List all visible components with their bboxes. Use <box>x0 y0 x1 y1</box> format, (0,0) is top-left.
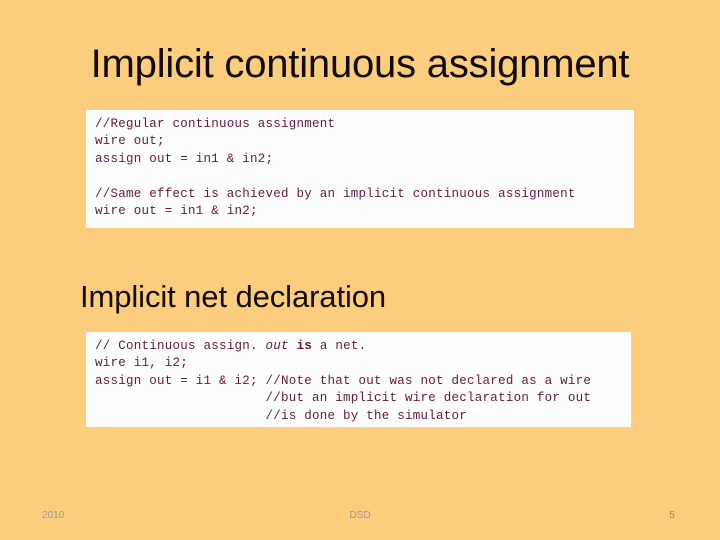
code-text: // Continuous assign. <box>95 339 266 353</box>
code-line: wire i1, i2; <box>95 356 189 371</box>
code-line: //Same effect is achieved by an implicit… <box>95 186 576 201</box>
code-line: wire out; <box>95 134 165 149</box>
code-line: //is done by the simulator <box>95 408 468 423</box>
code-line: assign out = in1 & in2; <box>95 151 274 166</box>
slide: Implicit continuous assignment //Regular… <box>0 0 720 540</box>
code-line: //Regular continuous assignment <box>95 117 336 131</box>
code-line: //but an implicit wire declaration for o… <box>95 391 592 406</box>
section-title: Implicit net declaration <box>80 279 387 314</box>
code-line-comment-net: // Continuous assign. out is a net. <box>95 338 631 355</box>
code-line: wire out = in1 & in2; <box>95 204 258 219</box>
page-title: Implicit continuous assignment <box>90 42 630 86</box>
code-token-out-italic: out <box>265 339 289 353</box>
code-text: a net. <box>312 339 367 353</box>
footer: 2010 DSD 5 <box>0 505 720 527</box>
code-line: assign out = i1 & i2; //Note that out wa… <box>95 373 592 388</box>
footer-page-number: 5 <box>669 510 675 521</box>
code-block-implicit-net-declaration: // Continuous assign. out is a net. wire … <box>86 332 631 427</box>
code-token-is-bold: is <box>296 339 313 353</box>
footer-subject: DSD <box>349 510 371 521</box>
code-block-regular-continuous-assignment: //Regular continuous assignment wire out;… <box>86 110 634 228</box>
